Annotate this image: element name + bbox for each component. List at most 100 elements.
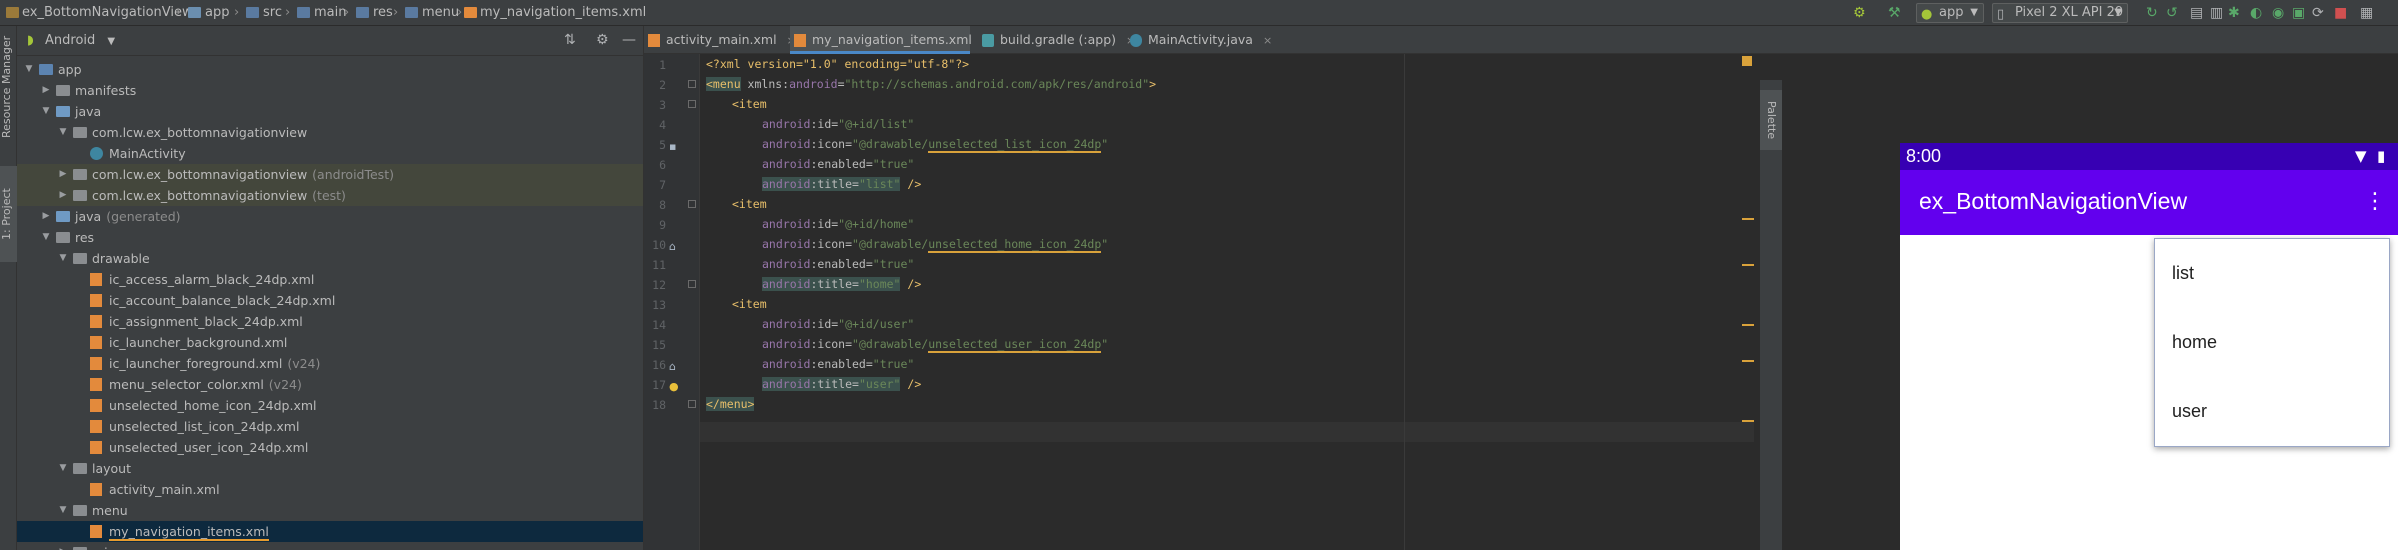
chevron-down-icon[interactable]: ▼ xyxy=(57,248,69,269)
tree-item[interactable]: activity_main.xml xyxy=(17,479,643,500)
breadcrumb-res[interactable]: res xyxy=(373,0,393,26)
tab-main-activity[interactable]: MainActivity.java × xyxy=(1126,26,1276,54)
folder-icon xyxy=(73,505,87,516)
chevron-down-icon[interactable]: ▼ xyxy=(23,59,35,80)
line-number: 8 xyxy=(659,198,666,212)
minimize-icon[interactable]: — xyxy=(622,32,636,48)
chevron-right-icon[interactable]: ▶ xyxy=(57,185,69,206)
warning-mark[interactable] xyxy=(1742,264,1754,266)
tree-item[interactable]: ▼ java xyxy=(17,101,643,122)
user-icon[interactable]: ⌂ xyxy=(669,360,676,373)
fold-marker[interactable] xyxy=(688,80,696,88)
tree-item[interactable]: ic_account_balance_black_24dp.xml xyxy=(17,290,643,311)
tree-item[interactable]: ▶ com.lcw.ex_bottomnavigationview (test) xyxy=(17,185,643,206)
tree-item[interactable]: ▼ layout xyxy=(17,458,643,479)
tree-item[interactable]: ▶ java (generated) xyxy=(17,206,643,227)
tab-my-navigation-items[interactable]: my_navigation_items.xml× xyxy=(790,26,991,54)
chevron-down-icon[interactable]: ▼ xyxy=(40,227,52,248)
tree-item-label: com.lcw.ex_bottomnavigationview xyxy=(92,122,307,143)
breadcrumb-menu[interactable]: menu xyxy=(422,0,459,26)
tree-item[interactable]: ic_launcher_foreground.xml (v24) xyxy=(17,353,643,374)
attach-debugger-icon[interactable]: ▤ xyxy=(2190,5,2203,21)
tree-item[interactable]: ▼ res xyxy=(17,227,643,248)
namespace: android xyxy=(762,117,811,131)
tree-item-label: com.lcw.ex_bottomnavigationview (test) xyxy=(92,185,346,206)
run-icon[interactable]: ◉ xyxy=(2272,5,2284,21)
more-vert-icon[interactable]: ⋮ xyxy=(2364,186,2386,218)
fold-marker[interactable] xyxy=(688,200,696,208)
warning-mark[interactable] xyxy=(1742,324,1754,326)
tree-item[interactable]: ▼ drawable xyxy=(17,248,643,269)
chevron-right-icon[interactable]: ▶ xyxy=(40,80,52,101)
fold-marker[interactable] xyxy=(688,400,696,408)
warning-mark[interactable] xyxy=(1742,360,1754,362)
tree-item[interactable]: ic_launcher_background.xml xyxy=(17,332,643,353)
build-hammer-icon[interactable]: ⚒ xyxy=(1888,5,1901,21)
profile-icon[interactable]: ◐ xyxy=(2250,5,2262,21)
android-icon[interactable]: ⚙ xyxy=(1853,5,1866,21)
project-tab[interactable]: 1: Project xyxy=(0,166,17,262)
run-config-select[interactable]: ● app ▼ xyxy=(1916,3,1984,23)
chevron-down-icon[interactable]: ▼ xyxy=(57,458,69,479)
tree-item[interactable]: ▼ app xyxy=(17,59,643,80)
menu-item-user[interactable]: user xyxy=(2155,377,2389,446)
apply-changes-icon[interactable]: ↻ xyxy=(2146,5,2158,21)
resource-manager-tab[interactable]: Resource Manager xyxy=(0,32,17,142)
tab-build-gradle[interactable]: build.gradle (:app)× xyxy=(978,26,1138,54)
chevron-right-icon[interactable]: ▶ xyxy=(40,206,52,227)
attr-value: " xyxy=(1101,137,1109,151)
menu-item-list[interactable]: list xyxy=(2155,239,2389,308)
lightbulb-icon[interactable]: ● xyxy=(669,380,679,393)
error-stripe xyxy=(1738,54,1754,550)
breadcrumb-project[interactable]: ex_BottomNavigationView xyxy=(22,0,193,26)
menu-item-home[interactable]: home xyxy=(2155,308,2389,377)
breadcrumb-main[interactable]: main xyxy=(314,0,346,26)
list-icon[interactable]: ▪ xyxy=(669,140,676,153)
sync-icon[interactable]: ⟳ xyxy=(2312,5,2324,21)
tree-item[interactable]: ic_access_alarm_black_24dp.xml xyxy=(17,269,643,290)
tree-item[interactable]: unselected_list_icon_24dp.xml xyxy=(17,416,643,437)
tab-activity-main[interactable]: activity_main.xml× xyxy=(644,26,796,54)
tree-item[interactable]: unselected_user_icon_24dp.xml xyxy=(17,437,643,458)
fold-marker[interactable] xyxy=(688,280,696,288)
tree-item[interactable]: menu_selector_color.xml (v24) xyxy=(17,374,643,395)
tag-bracket: > xyxy=(1149,77,1157,91)
warning-icon[interactable] xyxy=(1742,56,1752,66)
chevron-down-icon[interactable]: ▼ xyxy=(40,101,52,122)
breadcrumb-src[interactable]: src xyxy=(263,0,282,26)
chevron-down-icon: ▼ xyxy=(1970,7,1978,18)
project-view-select[interactable]: ◗ Android ▼ xyxy=(27,32,115,50)
fold-marker[interactable] xyxy=(688,100,696,108)
collapse-all-icon[interactable]: ⇅ xyxy=(564,32,576,48)
chevron-down-icon[interactable]: ▼ xyxy=(57,500,69,521)
debug-icon[interactable]: ✱ xyxy=(2228,5,2240,21)
home-icon[interactable]: ⌂ xyxy=(669,240,676,253)
coverage-icon[interactable]: ▥ xyxy=(2210,5,2223,21)
tree-item-label: layout xyxy=(92,458,131,479)
tree-item[interactable]: ▼ menu xyxy=(17,500,643,521)
gear-icon[interactable]: ⚙ xyxy=(596,32,609,48)
chevron-down-icon[interactable]: ▼ xyxy=(57,122,69,143)
sdk-manager-icon[interactable]: ▦ xyxy=(2360,5,2373,21)
chevron-right-icon[interactable]: ▶ xyxy=(57,164,69,185)
device-select[interactable]: ▯ Pixel 2 XL API 29 ▼ xyxy=(1992,3,2128,23)
tree-item[interactable]: my_navigation_items.xml xyxy=(17,521,643,542)
warning-mark[interactable] xyxy=(1742,218,1754,220)
close-icon[interactable]: × xyxy=(1263,34,1272,47)
breadcrumb-file[interactable]: my_navigation_items.xml xyxy=(480,0,646,26)
tree-item[interactable]: unselected_home_icon_24dp.xml xyxy=(17,395,643,416)
code-editor[interactable]: 1 2 3 4 5 6 7 8 9 10 11 12 13 14 15 16 1… xyxy=(644,54,1754,550)
tree-item[interactable]: ▼ com.lcw.ex_bottomnavigationview xyxy=(17,122,643,143)
apply-code-changes-icon[interactable]: ↺ xyxy=(2166,5,2178,21)
tree-item[interactable]: ▶ manifests xyxy=(17,80,643,101)
tree-item[interactable]: ▶ com.lcw.ex_bottomnavigationview (android… xyxy=(17,164,643,185)
tree-item[interactable]: ic_assignment_black_24dp.xml xyxy=(17,311,643,332)
tree-item[interactable]: MainActivity xyxy=(17,143,643,164)
palette-tab[interactable]: Palette xyxy=(1760,90,1782,150)
breadcrumb-app[interactable]: app xyxy=(205,0,229,26)
warning-mark[interactable] xyxy=(1742,420,1754,422)
tree-item[interactable]: ▶ mipmap xyxy=(17,542,643,550)
stop-icon[interactable]: ■ xyxy=(2334,5,2347,21)
chevron-right-icon[interactable]: ▶ xyxy=(57,542,69,550)
avd-manager-icon[interactable]: ▣ xyxy=(2292,5,2305,21)
